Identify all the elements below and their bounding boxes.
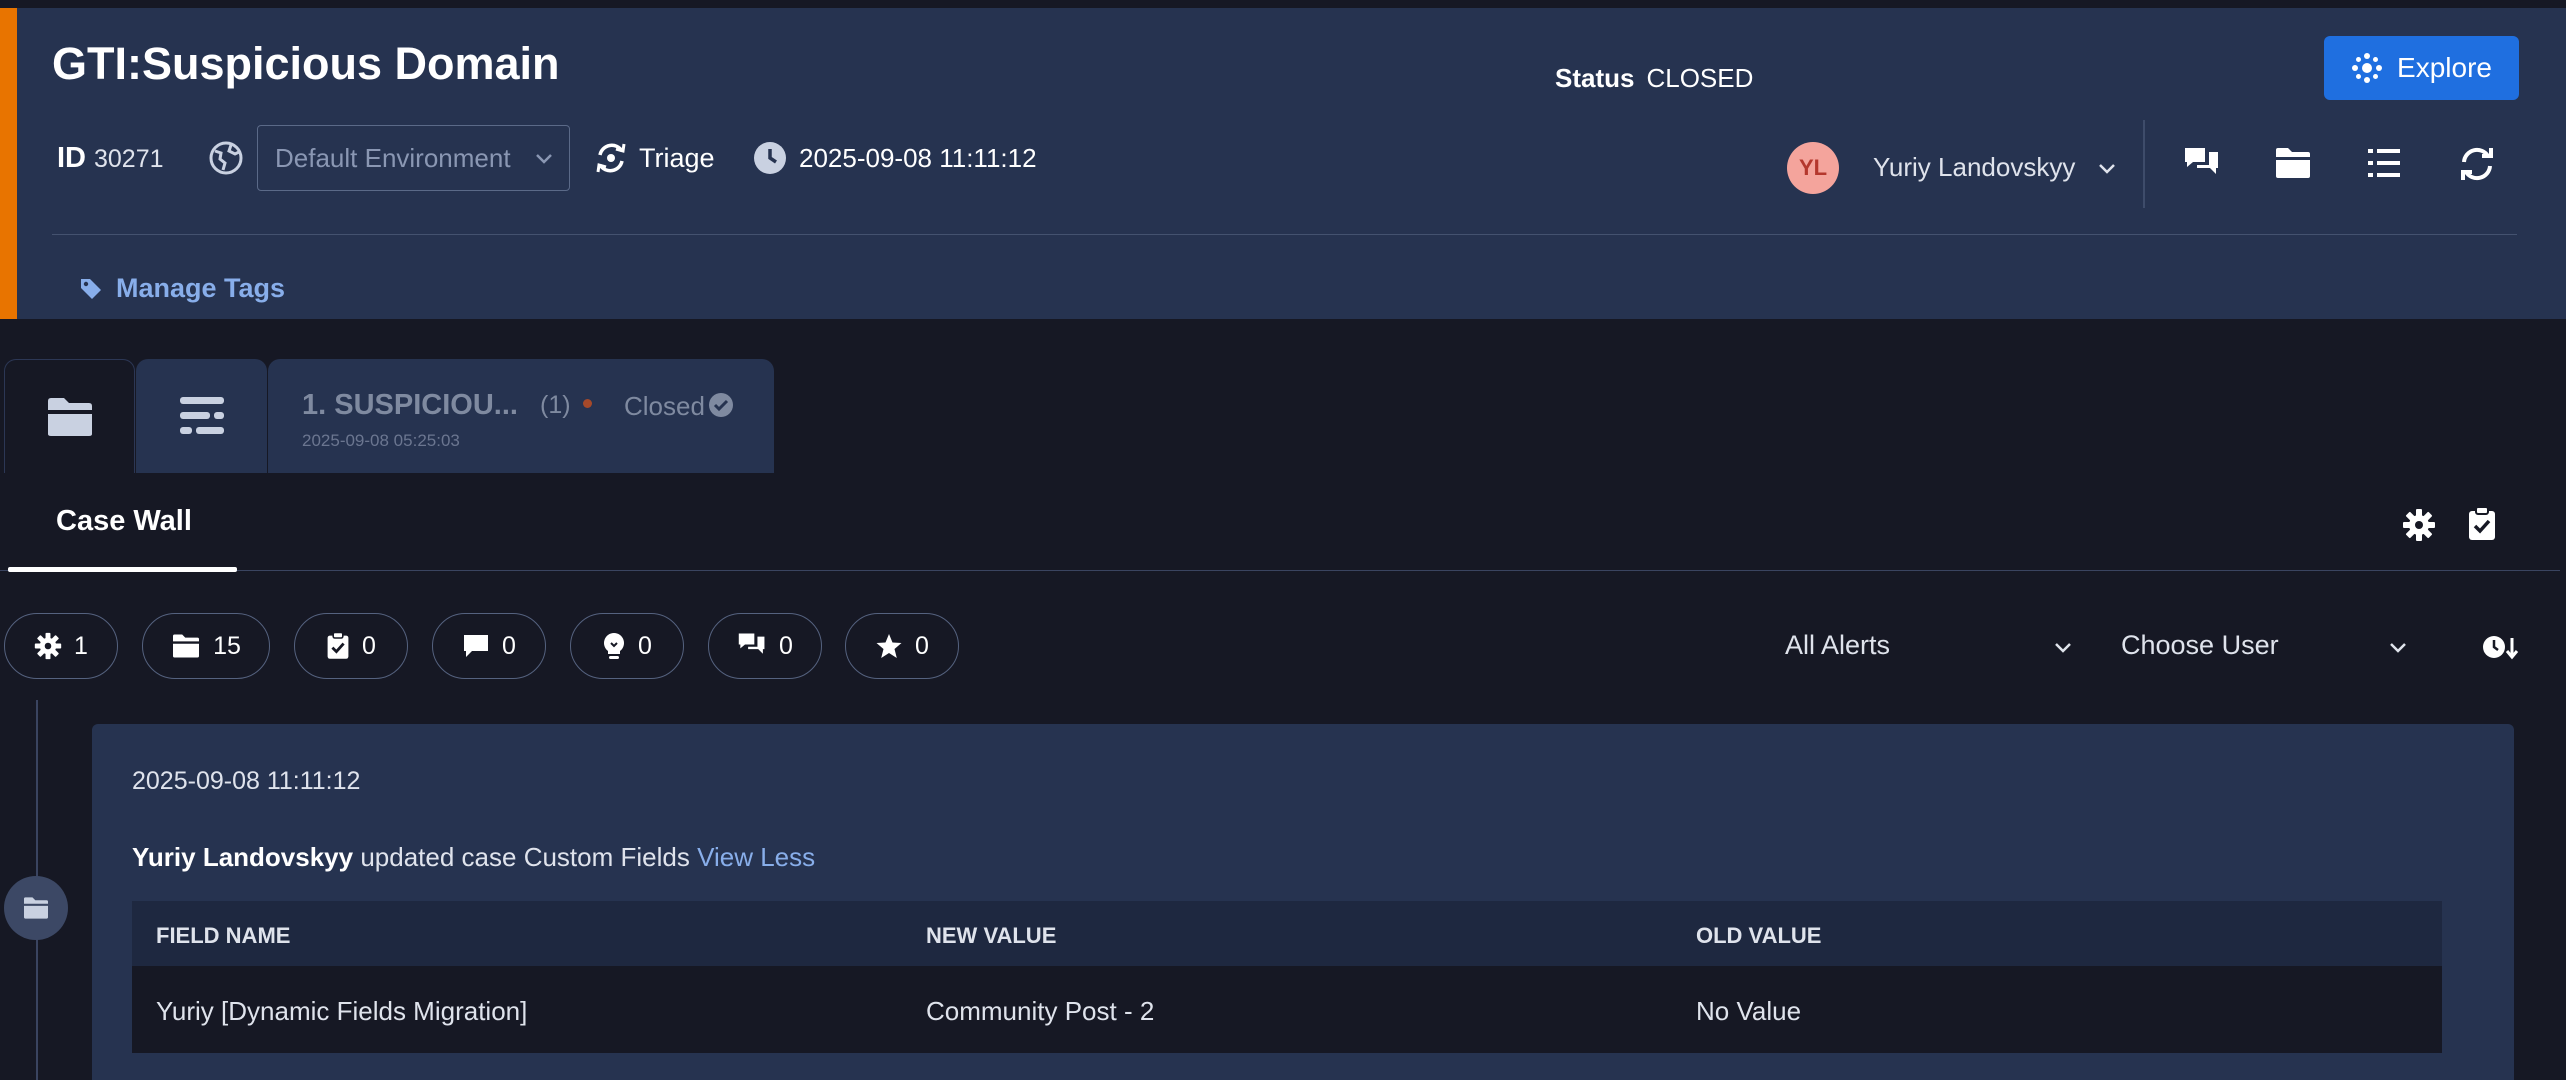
filter-count: 1 (74, 631, 88, 660)
folder-icon[interactable] (2274, 146, 2312, 180)
alert-severity-dot (583, 399, 592, 408)
environment-select[interactable]: Default Environment (257, 125, 570, 191)
list-details-icon (179, 397, 224, 434)
priority-accent-bar (0, 8, 17, 319)
environment-placeholder: Default Environment (275, 142, 511, 173)
explore-icon (2352, 53, 2383, 83)
owner-name[interactable]: Yuriy Landovskyy (1873, 152, 2075, 183)
entry-description: Yuriy Landovskyy updated case Custom Fie… (132, 842, 815, 873)
table-cell: Yuriy [Dynamic Fields Migration] (156, 996, 528, 1026)
header-divider (52, 234, 2517, 235)
refresh-icon[interactable] (2458, 146, 2496, 182)
filter-automation[interactable]: 1 (4, 613, 118, 679)
folder-icon (173, 634, 200, 658)
gear-icon (34, 632, 62, 660)
header-divider (2143, 120, 2145, 208)
chat-icon[interactable] (2183, 146, 2221, 182)
stage-cycle-icon (592, 139, 630, 177)
filter-case-changes[interactable]: 15 (142, 613, 270, 679)
case-stage: Triage (639, 143, 715, 173)
column-header: FIELD NAME (156, 923, 291, 948)
alert-date: 2025-09-08 05:25:03 (302, 431, 460, 450)
column-header: OLD VALUE (1696, 923, 1822, 948)
table-cell: No Value (1696, 996, 1802, 1026)
manage-tags-label: Manage Tags (116, 273, 286, 303)
case-header: GTI:Suspicious Domain Status CLOSED Explo… (0, 8, 2566, 319)
filter-count: 15 (213, 631, 241, 660)
wall-entry-card: 2025-09-08 11:11:12 Yuriy Landovskyy upd… (92, 724, 2514, 1080)
column-header: NEW VALUE (926, 923, 1057, 948)
star-icon (876, 634, 902, 658)
sort-time-icon[interactable] (2481, 632, 2519, 662)
lightbulb-icon (604, 633, 625, 659)
entry-user: Yuriy Landovskyy (132, 842, 354, 872)
comment-icon (464, 635, 489, 657)
filter-insights[interactable]: 0 (570, 613, 684, 679)
filter-tasks[interactable]: 0 (294, 613, 408, 679)
case-id-label: ID (57, 142, 86, 174)
case-title: GTI:Suspicious Domain (52, 38, 560, 89)
filter-count: 0 (362, 631, 376, 660)
filter-chat[interactable]: 0 (708, 613, 822, 679)
table-cell: Community Post - 2 (926, 996, 1155, 1026)
case-created-time: 2025-09-08 11:11:12 (799, 143, 1037, 173)
case-status: Status CLOSED (1555, 63, 1753, 94)
filter-favorites[interactable]: 0 (845, 613, 959, 679)
alert-name: 1. SUSPICIOU... (302, 389, 518, 421)
alerts-list-tab[interactable] (136, 359, 267, 473)
folder-icon (47, 397, 92, 436)
clipboard-check-icon (327, 631, 349, 659)
environment-icon (207, 139, 245, 177)
entry-time: 2025-09-08 11:11:12 (132, 767, 361, 795)
manage-tags-link[interactable]: Manage Tags (80, 273, 285, 304)
chevron-down-icon[interactable] (2052, 637, 2074, 659)
alert-count: (1) (540, 391, 571, 419)
view-less-link[interactable]: View Less (697, 842, 815, 872)
alert-tab[interactable]: 1. SUSPICIOU... (1) Closed 2025-09-08 05… (268, 359, 774, 473)
alerts-filter-select[interactable]: All Alerts (1785, 630, 1890, 661)
explore-button[interactable]: Explore (2324, 36, 2519, 100)
table-row: Yuriy [Dynamic Fields Migration] Communi… (132, 966, 2442, 1053)
filter-count: 0 (638, 631, 652, 660)
gear-icon[interactable] (2402, 508, 2436, 542)
tag-icon (81, 278, 101, 299)
entry-action: updated case Custom Fields (360, 842, 690, 872)
user-filter-select[interactable]: Choose User (2121, 630, 2279, 661)
case-overview-tab[interactable] (4, 359, 135, 473)
alert-status: Closed (624, 391, 705, 421)
filter-count: 0 (502, 631, 516, 660)
case-wall-divider (0, 570, 2560, 571)
case-id-value: 30271 (94, 145, 164, 173)
chevron-down-icon (536, 154, 552, 164)
filter-comments[interactable]: 0 (432, 613, 546, 679)
filter-count: 0 (779, 631, 793, 660)
case-wall-tab[interactable]: Case Wall (56, 505, 192, 538)
owner-avatar[interactable]: YL (1787, 142, 1839, 194)
check-circle-icon (709, 393, 733, 417)
case-id: ID 30271 (57, 142, 164, 175)
active-tab-indicator (8, 567, 237, 572)
table-header: FIELD NAME NEW VALUE OLD VALUE (132, 901, 2442, 966)
folder-icon (24, 897, 48, 919)
chevron-down-icon[interactable] (2096, 158, 2118, 180)
clipboard-check-icon[interactable] (2467, 506, 2497, 542)
list-icon[interactable] (2366, 146, 2402, 180)
clock-icon (752, 140, 788, 176)
timeline-node (4, 876, 68, 940)
filter-count: 0 (915, 631, 929, 660)
chat-icon (738, 633, 765, 654)
chevron-down-icon[interactable] (2387, 637, 2409, 659)
status-label: Status (1555, 63, 1635, 93)
explore-label: Explore (2397, 52, 2492, 83)
status-value: CLOSED (1646, 63, 1754, 93)
